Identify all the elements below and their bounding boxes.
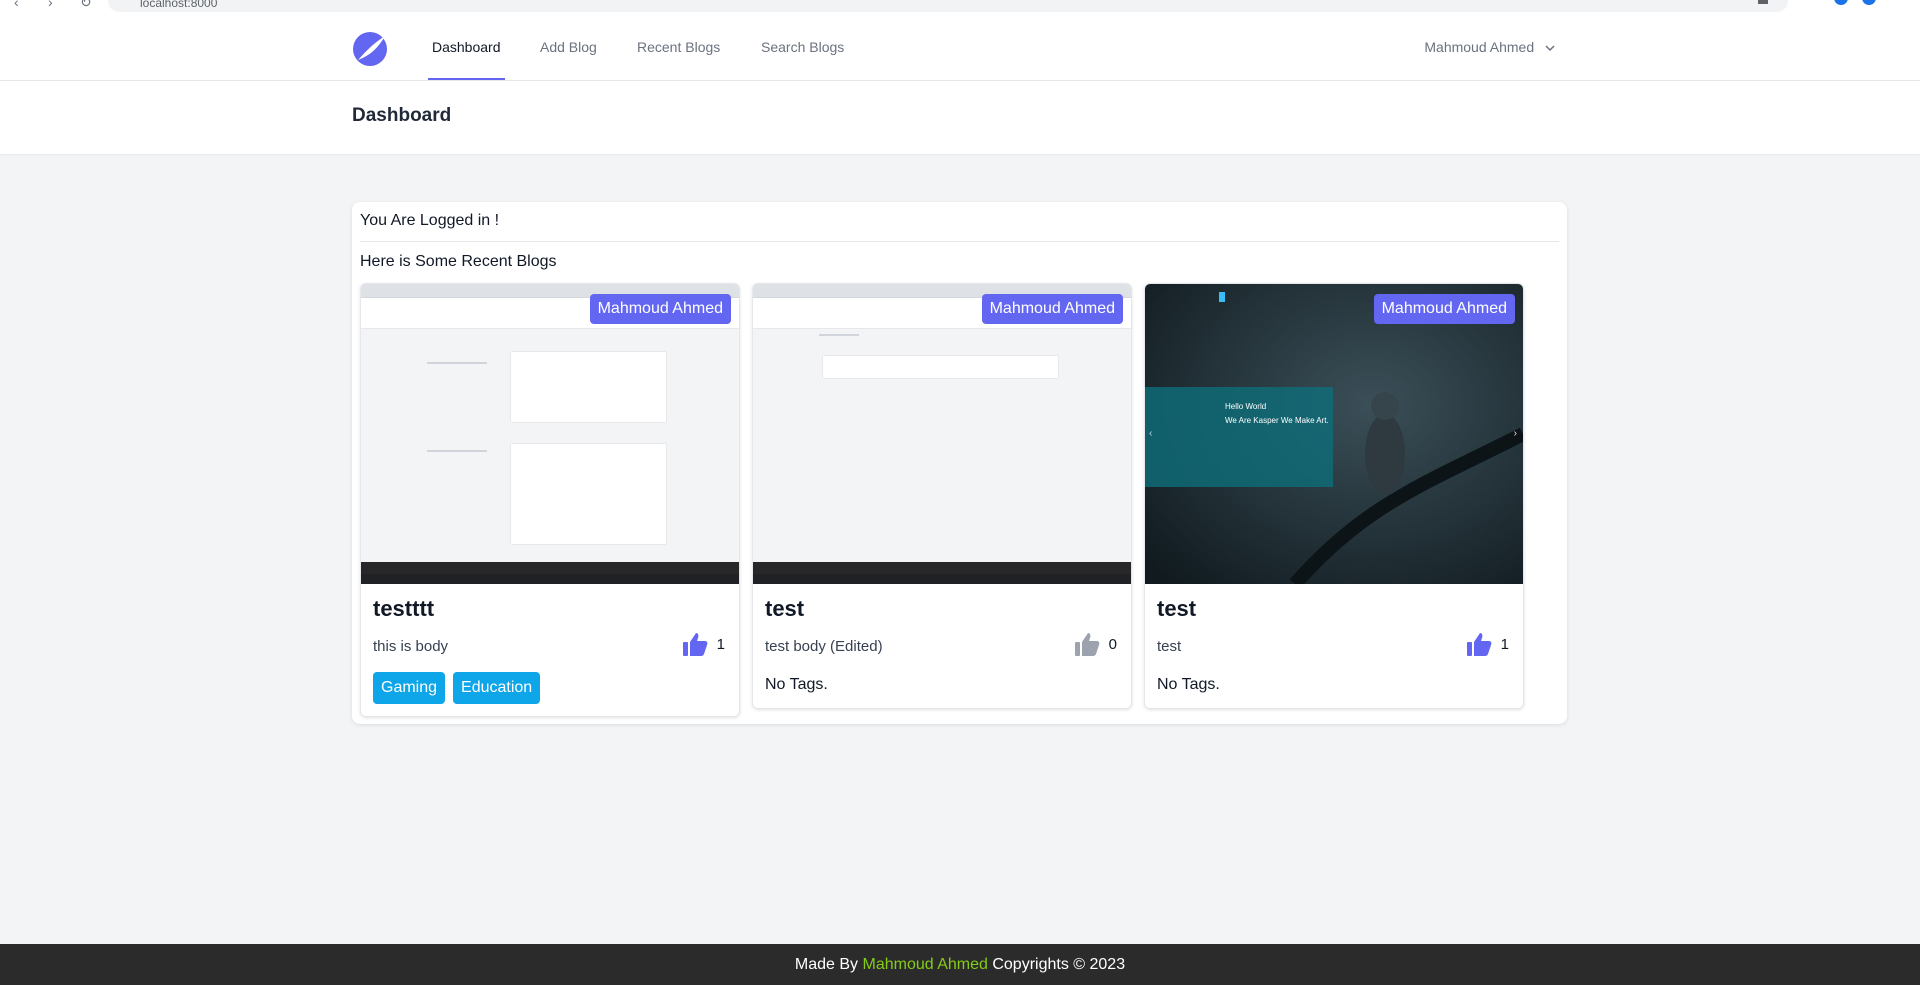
blog-card[interactable]: Hello World We Are Kasper We Make Art. ‹… (1144, 283, 1524, 709)
blog-title: test (765, 596, 805, 621)
browser-toolbar: ‹ › ↻ localhost:8000 (0, 0, 1920, 15)
chevron-down-icon (1545, 45, 1555, 52)
footer-prefix: Made By (794, 956, 859, 973)
like-control[interactable]: 1 (1465, 630, 1509, 658)
top-navigation: Dashboard Add Blog Recent Blogs Search B… (0, 14, 1920, 81)
divider (360, 241, 1559, 242)
footer-copyright: Copyrights © 2023 (992, 956, 1126, 973)
page-header: Dashboard (0, 81, 1920, 154)
like-control[interactable]: 0 (1073, 630, 1117, 658)
forward-icon[interactable]: › (48, 0, 53, 10)
logged-in-message: You Are Logged in ! (360, 212, 500, 229)
blog-body: test (1157, 638, 1182, 655)
blog-card[interactable]: Mahmoud Ahmed test test body (Edited) 0 … (752, 283, 1132, 709)
chevron-left-icon[interactable]: ‹ (1149, 428, 1152, 439)
user-name: Mahmoud Ahmed (1424, 39, 1535, 55)
blog-image: Mahmoud Ahmed (361, 284, 739, 584)
blog-title: test (1157, 596, 1197, 621)
tag-badge[interactable]: Gaming (373, 672, 446, 704)
reload-icon[interactable]: ↻ (80, 0, 92, 11)
app-logo-icon[interactable] (352, 31, 388, 67)
page-title: Dashboard (352, 105, 452, 126)
like-count: 1 (716, 635, 725, 653)
user-menu[interactable]: Mahmoud Ahmed (1424, 14, 1556, 80)
like-count: 1 (1500, 635, 1509, 653)
site-footer: Made By Mahmoud Ahmed Copyrights © 2023 (0, 944, 1920, 985)
slider-heading: Hello World (1225, 402, 1267, 411)
blog-title: testttt (373, 596, 435, 621)
tag-list: Gaming Education (373, 672, 541, 704)
no-tags-text: No Tags. (765, 676, 828, 693)
blog-body: this is body (373, 638, 449, 655)
nav-search-blogs[interactable]: Search Blogs (757, 14, 848, 80)
profile-icon[interactable] (1834, 0, 1848, 8)
nav-recent-blogs[interactable]: Recent Blogs (633, 14, 724, 80)
author-badge: Mahmoud Ahmed (1373, 294, 1515, 324)
address-text: localhost:8000 (140, 0, 218, 10)
author-badge: Mahmoud Ahmed (981, 294, 1123, 324)
nav-dashboard[interactable]: Dashboard (428, 14, 505, 80)
footer-author: Mahmoud Ahmed (862, 956, 988, 973)
slider-subheading: We Are Kasper We Make Art. (1225, 416, 1329, 425)
chevron-right-icon[interactable]: › (1514, 428, 1517, 439)
tag-badge[interactable]: Education (453, 672, 541, 704)
blog-image: Mahmoud Ahmed (753, 284, 1131, 584)
blog-card[interactable]: Mahmoud Ahmed testttt this is body 1 Gam… (360, 283, 740, 717)
thumbs-up-icon[interactable] (1465, 630, 1493, 658)
dashboard-panel: You Are Logged in ! Here is Some Recent … (352, 202, 1567, 724)
menu-icon[interactable] (1862, 0, 1876, 8)
back-icon[interactable]: ‹ (14, 0, 19, 10)
recent-blogs-heading: Here is Some Recent Blogs (360, 253, 557, 270)
like-count: 0 (1108, 635, 1117, 653)
nav-add-blog[interactable]: Add Blog (536, 14, 601, 80)
blog-image: Hello World We Are Kasper We Make Art. ‹… (1145, 284, 1523, 584)
like-control[interactable]: 1 (681, 630, 725, 658)
author-badge: Mahmoud Ahmed (589, 294, 731, 324)
address-bar[interactable] (108, 0, 1788, 12)
no-tags-text: No Tags. (1157, 676, 1220, 693)
blog-body: test body (Edited) (765, 638, 883, 655)
extensions-icon[interactable] (1756, 0, 1770, 8)
thumbs-up-icon[interactable] (681, 630, 709, 658)
thumbs-up-icon[interactable] (1073, 630, 1101, 658)
